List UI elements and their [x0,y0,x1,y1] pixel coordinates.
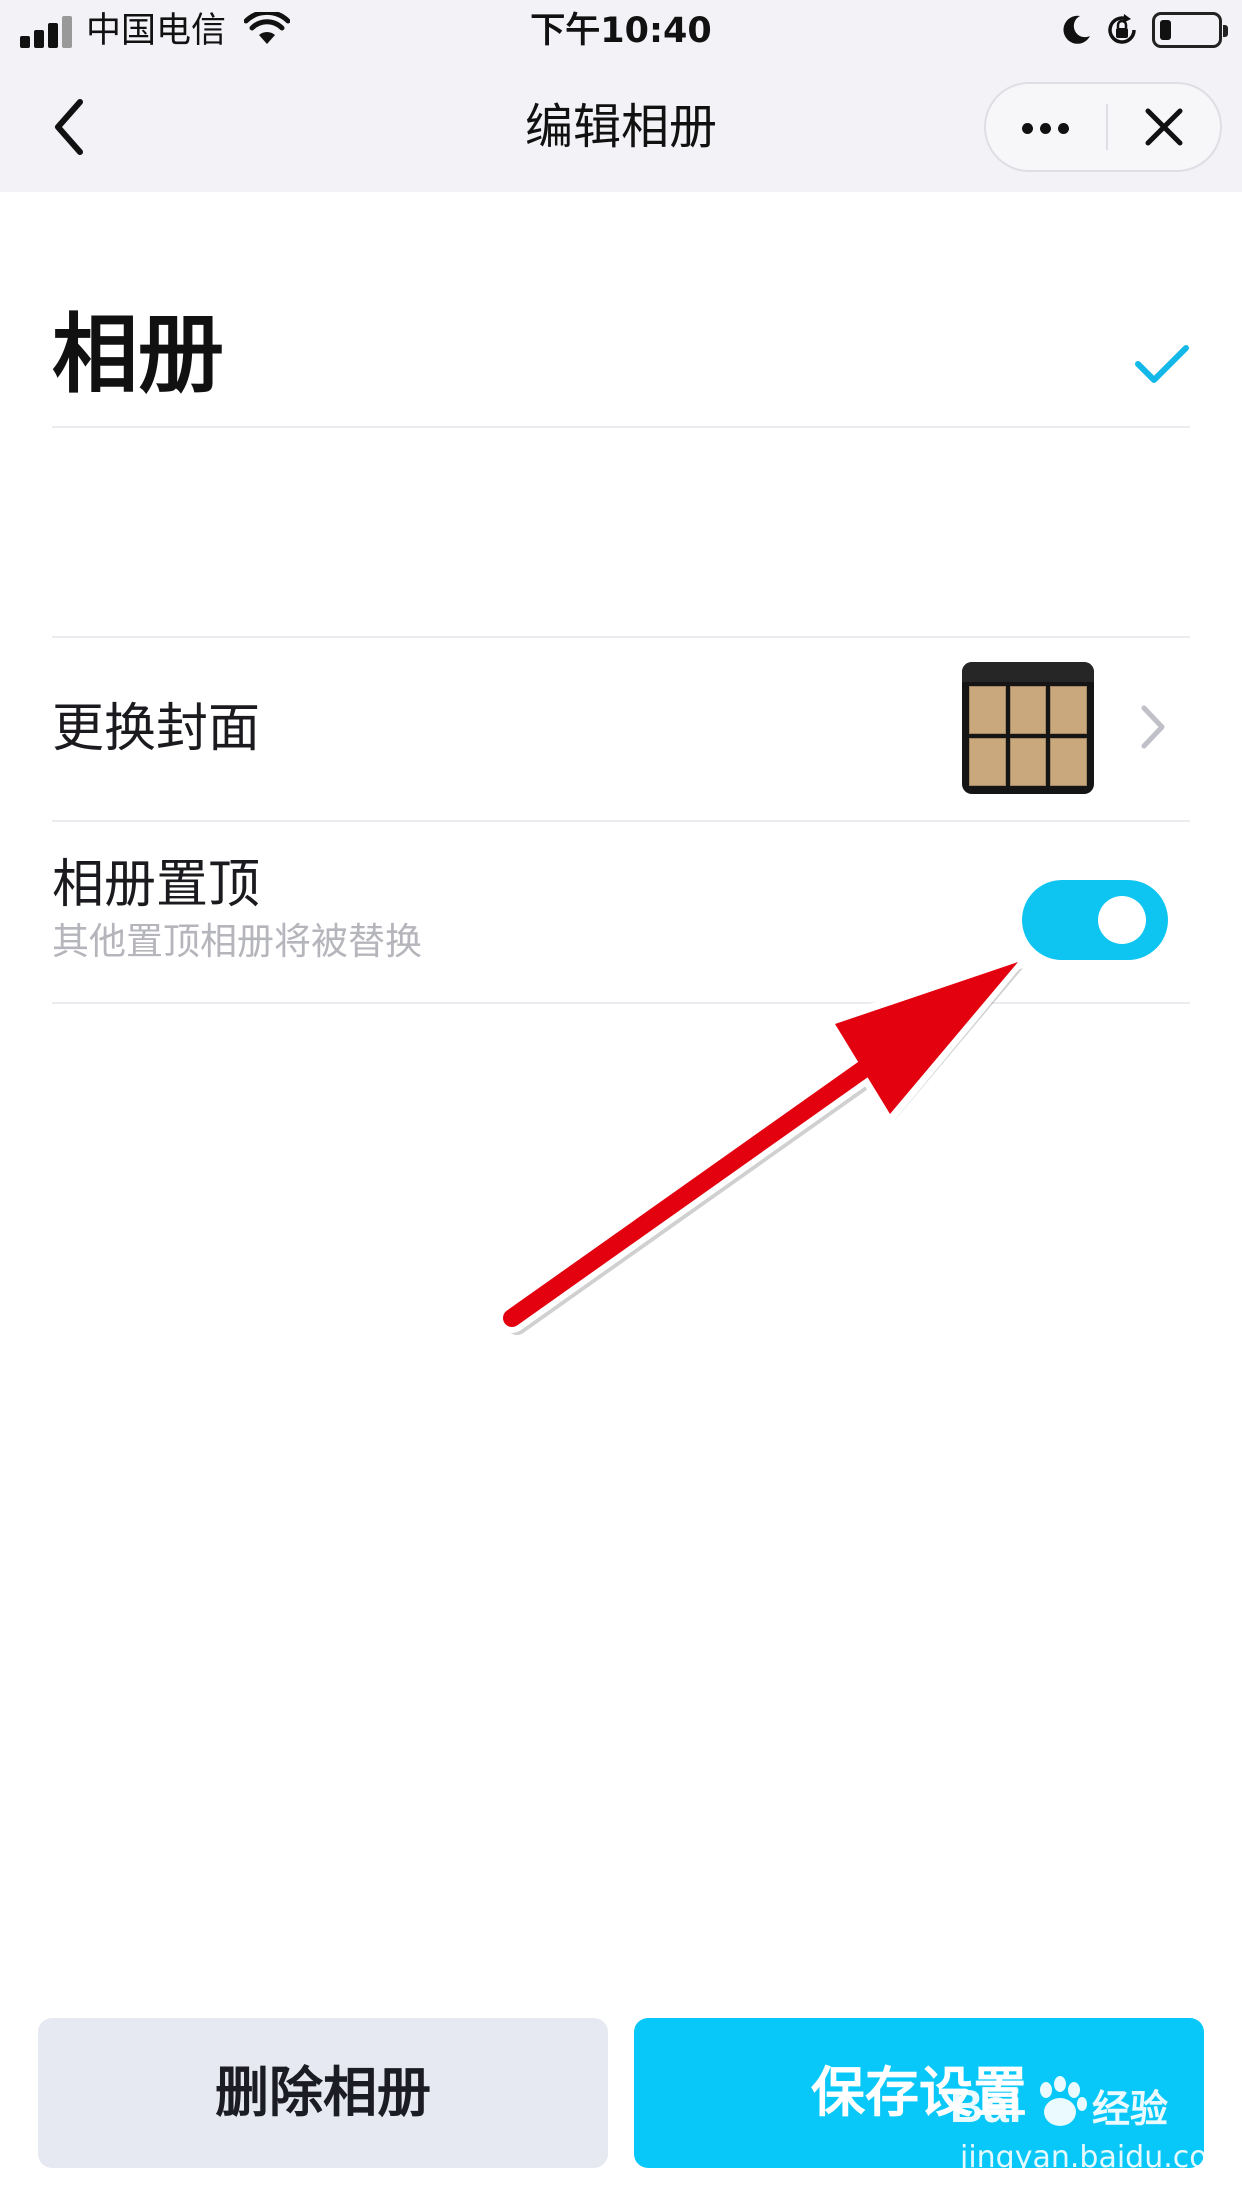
more-button[interactable] [986,84,1104,170]
mini-program-capsule [984,82,1222,172]
moon-icon [1063,15,1090,44]
pin-album-toggle[interactable] [1022,880,1168,960]
delete-album-button[interactable]: 删除相册 [38,2018,608,2168]
status-bar: 中国电信 下午10:40 [0,0,1242,62]
toggle-knob [1098,896,1146,944]
battery-level [1160,20,1171,40]
watermark-url: jingyan.baidu.com [960,2140,1237,2175]
checkmark-icon[interactable] [1134,342,1190,386]
change-cover-label: 更换封面 [52,699,261,759]
pin-album-subtitle: 其他置顶相册将被替换 [52,920,422,963]
divider [52,426,1190,428]
battery-icon [1152,12,1228,48]
rotation-lock-icon [1108,14,1136,44]
nav-bar: 编辑相册 [0,62,1242,192]
close-button[interactable] [1108,84,1220,170]
cover-thumbnail [962,662,1094,794]
album-name-input[interactable]: 相册 [52,300,224,410]
status-time: 下午10:40 [530,11,712,51]
baidu-watermark: Bai 经验 jingyan.baidu.com [950,2060,1237,2190]
baidu-logo: Bai 经验 [950,2076,1168,2132]
chevron-right-icon [1141,705,1165,749]
more-dots-icon [1022,123,1033,134]
divider [52,1002,1190,1004]
pin-album-row: 相册置顶 其他置顶相册将被替换 [0,820,1242,1004]
svg-text:经验: 经验 [1092,2087,1168,2131]
svg-text:Bai: Bai [950,2080,1022,2132]
pin-album-label: 相册置顶 [52,855,261,915]
change-cover-row[interactable]: 更换封面 [0,636,1242,820]
close-icon [1145,108,1183,146]
